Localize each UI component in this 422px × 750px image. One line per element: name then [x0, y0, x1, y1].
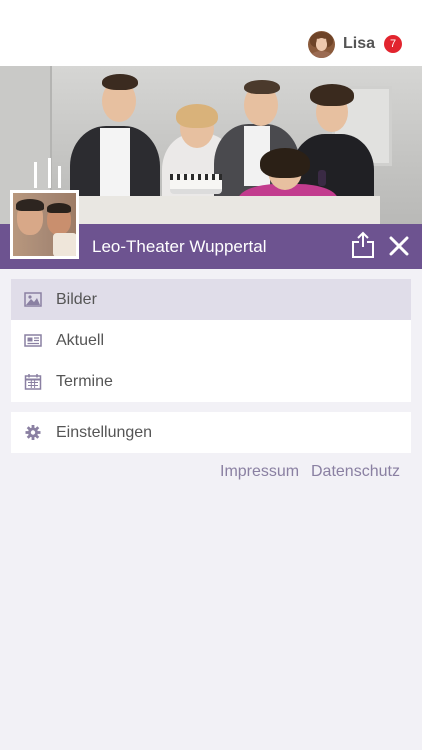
gear-icon [25, 425, 41, 440]
settings-menu: Einstellungen [11, 412, 411, 453]
avatar[interactable] [307, 30, 335, 58]
user-menu[interactable]: Lisa 7 [307, 30, 402, 58]
close-icon[interactable] [386, 233, 412, 259]
user-name[interactable]: Lisa [343, 35, 375, 53]
menu-item-einstellungen[interactable]: Einstellungen [11, 412, 411, 453]
impressum-link[interactable]: Impressum [220, 463, 299, 481]
footer-links: Impressum Datenschutz [0, 463, 422, 483]
notification-badge[interactable]: 7 [384, 35, 402, 53]
menu-item-termine[interactable]: Termine [11, 361, 411, 402]
top-bar: Lisa 7 [0, 0, 422, 66]
menu-item-label: Aktuell [56, 331, 105, 349]
group-title: Leo-Theater Wuppertal [92, 237, 267, 256]
menu-item-aktuell[interactable]: Aktuell [11, 320, 411, 361]
datenschutz-link[interactable]: Datenschutz [311, 463, 400, 481]
calendar-icon [24, 374, 42, 390]
group-avatar[interactable] [10, 190, 79, 259]
menu-item-label: Termine [56, 372, 113, 390]
share-icon[interactable] [350, 231, 376, 259]
menu-item-label: Bilder [56, 290, 97, 308]
menu-item-bilder[interactable]: Bilder [11, 279, 411, 320]
main-menu: Bilder Aktuell Termine [11, 279, 411, 402]
newspaper-icon [24, 334, 42, 347]
menu-item-label: Einstellungen [56, 423, 153, 441]
image-icon [24, 292, 42, 307]
